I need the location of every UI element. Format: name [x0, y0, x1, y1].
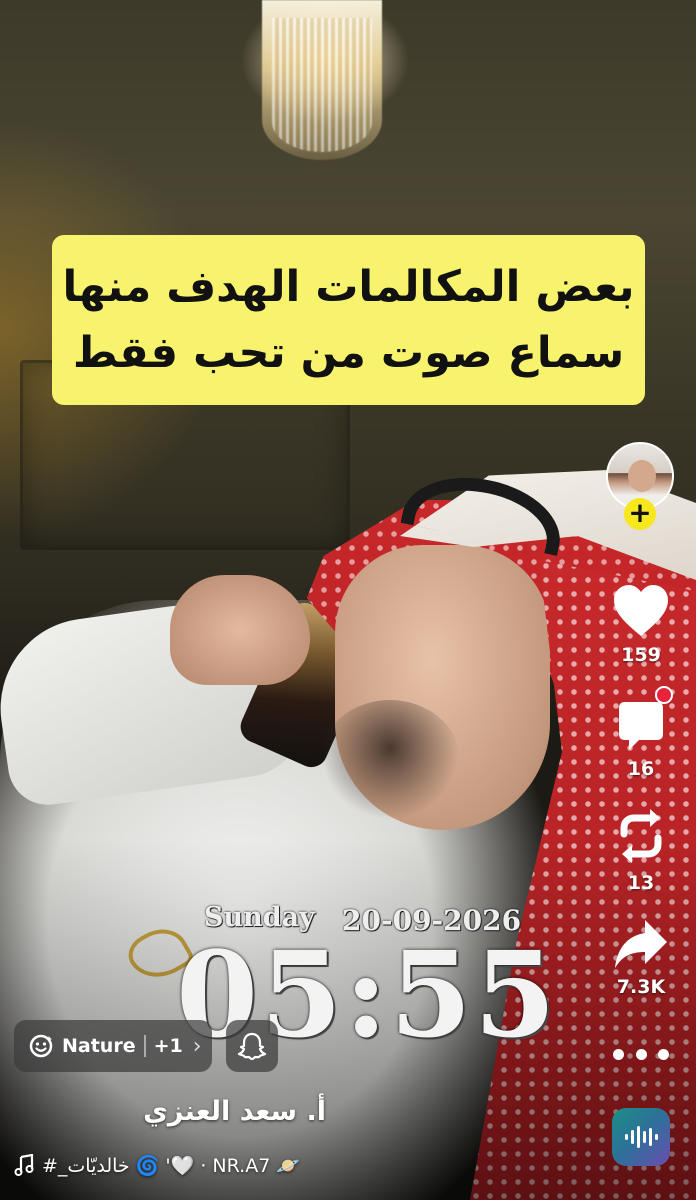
snapchat-ghost-icon [237, 1032, 267, 1061]
sound-text: #_خالديّات 🌀 '🤍 · NR.A7 🪐 [42, 1154, 300, 1177]
comment-notification-dot [655, 686, 673, 704]
snapchat-ghost-button[interactable] [226, 1020, 278, 1072]
heart-icon [614, 585, 668, 636]
music-note-icon [14, 1154, 34, 1176]
caption-line-2: سماع صوت من تحب فقط [72, 328, 625, 378]
caption-line-1: بعض المكالمات الهدف منها [62, 262, 635, 312]
like-count: 159 [621, 644, 661, 666]
lens-divider [143, 1035, 146, 1057]
comment-icon [619, 702, 663, 750]
share-count: 7.3K [616, 976, 666, 998]
more-icon[interactable] [613, 1040, 669, 1068]
caption-box: بعض المكالمات الهدف منها سماع صوت من تحب… [52, 235, 645, 405]
sound-row[interactable]: #_خالديّات 🌀 '🤍 · NR.A7 🪐 [14, 1148, 300, 1182]
sound-button[interactable] [612, 1108, 670, 1166]
comment-count: 16 [627, 758, 655, 780]
lens-name: Nature [62, 1035, 136, 1057]
remix-count: 13 [627, 872, 655, 894]
more-dot [613, 1048, 624, 1060]
lens-chip[interactable]: Nature +1 › [14, 1020, 212, 1072]
lens-extra-count: +1 [153, 1035, 183, 1057]
remix-icon [620, 809, 662, 863]
like-button[interactable]: 159 [603, 584, 679, 666]
share-button[interactable]: 7.3K [603, 918, 679, 998]
comment-button[interactable]: 16 [603, 700, 679, 780]
more-dot [658, 1048, 669, 1060]
chevron-right-icon: › [192, 1033, 202, 1059]
sound-wave-icon [625, 1126, 658, 1148]
smiley-lens-icon [29, 1034, 53, 1058]
share-icon [615, 920, 667, 968]
more-dot [635, 1048, 647, 1060]
creator-name[interactable]: أ. سعد العنزي [143, 1096, 326, 1127]
plus-icon[interactable]: + [624, 498, 656, 530]
creator-avatar-button[interactable]: + [606, 442, 674, 530]
remix-button[interactable]: 13 [603, 806, 679, 894]
